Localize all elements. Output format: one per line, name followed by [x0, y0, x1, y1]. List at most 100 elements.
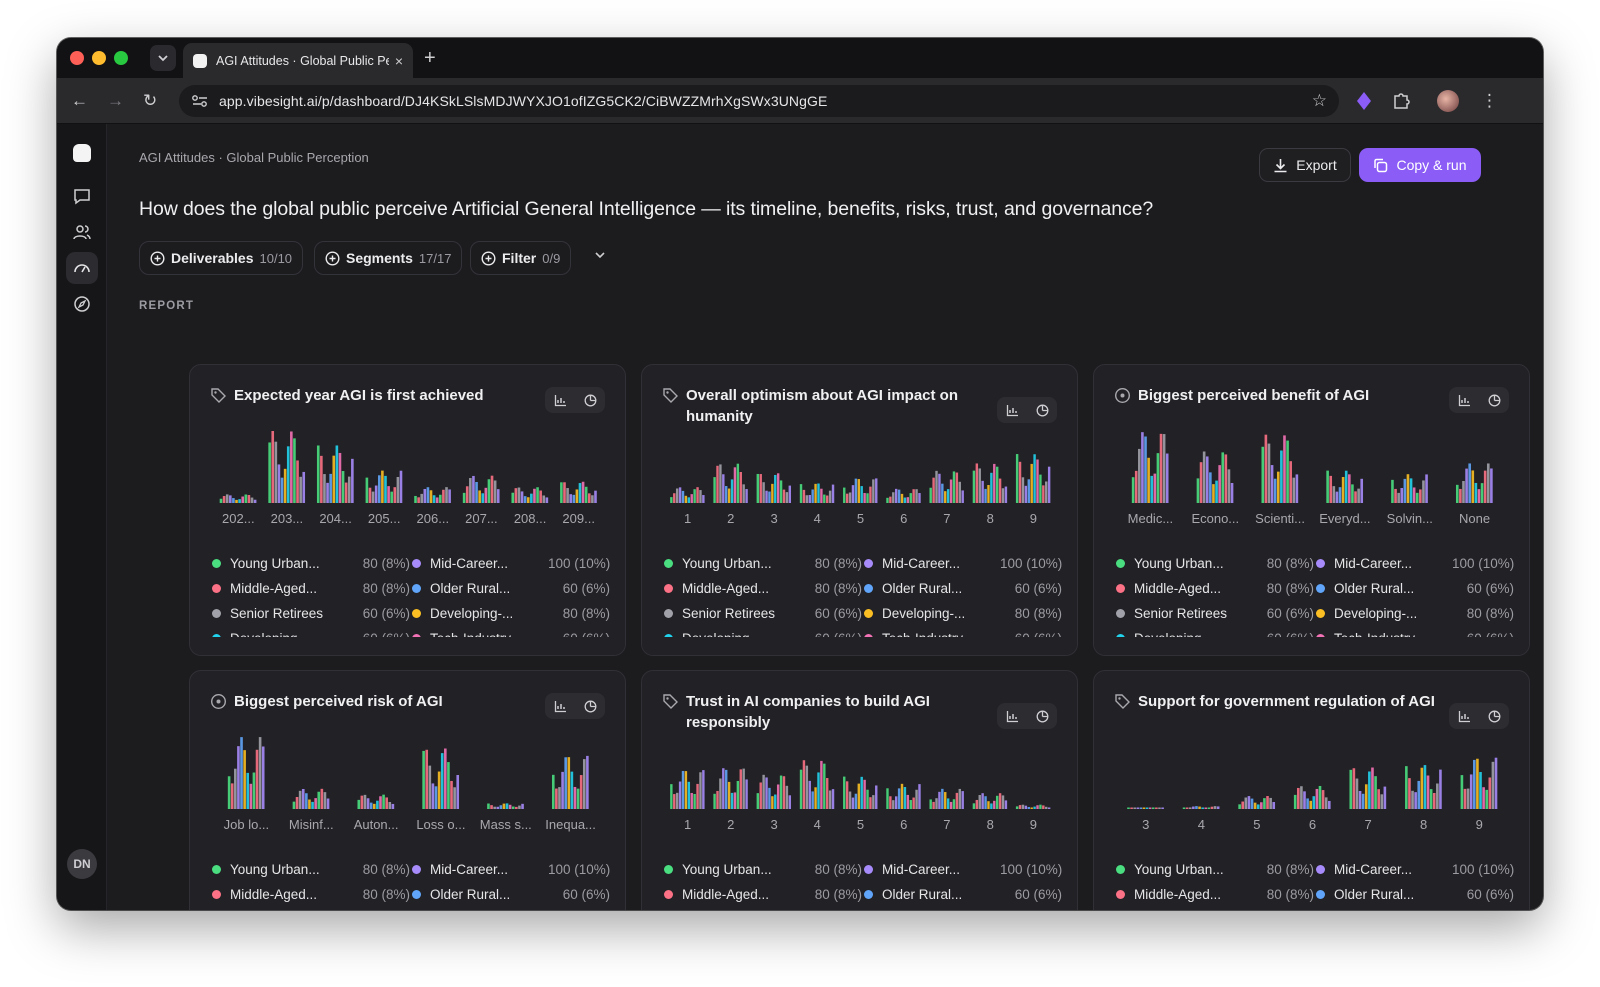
legend-item[interactable]: Mid-Career... 100 (10%) [412, 862, 612, 877]
expand-filters-chevron-icon[interactable] [593, 248, 607, 262]
bar[interactable] [521, 803, 524, 809]
bar[interactable] [382, 794, 385, 809]
bar[interactable] [326, 798, 330, 809]
bar[interactable] [391, 803, 395, 809]
bar[interactable] [1158, 807, 1161, 810]
bar[interactable] [1141, 432, 1144, 503]
pie-chart-icon[interactable] [1036, 404, 1049, 417]
bar[interactable] [1039, 804, 1042, 809]
bar[interactable] [771, 483, 774, 503]
bar[interactable] [429, 490, 433, 503]
bar[interactable] [765, 777, 768, 809]
bar[interactable] [670, 784, 673, 809]
bar[interactable] [586, 755, 589, 809]
bar[interactable] [814, 787, 817, 809]
bar[interactable] [374, 485, 378, 503]
bar[interactable] [305, 793, 308, 809]
bar[interactable] [900, 493, 904, 503]
bar[interactable] [733, 792, 737, 809]
legend-item[interactable]: Young Urban... 80 (8%) [664, 862, 864, 877]
bar[interactable] [912, 797, 915, 809]
bar[interactable] [1466, 788, 1470, 809]
bar[interactable] [805, 765, 809, 809]
bar[interactable] [573, 786, 577, 809]
bar[interactable] [428, 765, 432, 809]
legend-item[interactable]: Mid-Career... 100 (10%) [864, 556, 1064, 571]
legend-item[interactable]: Mid-Career... 100 (10%) [412, 556, 612, 571]
bar[interactable] [526, 497, 530, 503]
bar[interactable] [848, 791, 852, 809]
bar[interactable] [886, 788, 889, 809]
bar[interactable] [958, 481, 961, 503]
bar[interactable] [756, 473, 760, 503]
bar[interactable] [811, 489, 814, 503]
bar[interactable] [1130, 807, 1133, 810]
bar[interactable] [1469, 774, 1473, 809]
bar[interactable] [952, 799, 956, 809]
bar-chart-icon[interactable] [1458, 710, 1471, 723]
bar[interactable] [229, 495, 232, 503]
bar[interactable] [423, 488, 427, 503]
bar[interactable] [1156, 453, 1160, 503]
bar[interactable] [998, 793, 1002, 809]
bar[interactable] [684, 495, 688, 503]
bar[interactable] [1148, 807, 1152, 810]
bar[interactable] [292, 801, 296, 809]
bar[interactable] [277, 464, 281, 503]
bar[interactable] [326, 482, 329, 503]
bar[interactable] [1204, 807, 1208, 810]
bar[interactable] [918, 784, 921, 809]
bar[interactable] [1001, 488, 1005, 503]
bar[interactable] [808, 495, 811, 503]
bar[interactable] [1377, 789, 1380, 809]
bar[interactable] [371, 491, 375, 503]
bar[interactable] [1227, 469, 1231, 503]
bar[interactable] [396, 476, 400, 503]
bar[interactable] [935, 470, 938, 503]
bar[interactable] [496, 806, 500, 809]
bar[interactable] [696, 783, 699, 809]
bar[interactable] [462, 492, 466, 503]
bar[interactable] [1315, 788, 1319, 809]
bar[interactable] [1030, 463, 1033, 503]
bar[interactable] [1293, 794, 1297, 809]
bar[interactable] [900, 783, 904, 809]
bar[interactable] [929, 799, 932, 809]
bar[interactable] [802, 489, 806, 503]
bar[interactable] [670, 497, 673, 503]
bar-chart-icon[interactable] [1458, 394, 1471, 407]
bar[interactable] [678, 487, 682, 503]
bar[interactable] [1216, 806, 1220, 809]
bar[interactable] [1473, 759, 1476, 809]
bar[interactable] [230, 783, 234, 809]
bar[interactable] [261, 746, 265, 810]
bar[interactable] [993, 463, 996, 503]
bar[interactable] [1361, 793, 1365, 809]
bar[interactable] [1400, 488, 1404, 503]
dashboard-gauge-icon[interactable] [72, 258, 92, 278]
legend-item[interactable]: Middle-Aged... 80 (8%) [212, 887, 412, 902]
bar[interactable] [594, 490, 597, 503]
bar[interactable] [866, 789, 869, 809]
bar[interactable] [323, 792, 327, 809]
bar[interactable] [1042, 805, 1045, 809]
bar[interactable] [511, 806, 515, 809]
bar[interactable] [863, 779, 866, 809]
bar[interactable] [444, 748, 447, 809]
bar[interactable] [314, 798, 317, 809]
bar[interactable] [1136, 807, 1140, 810]
bar[interactable] [1238, 804, 1241, 809]
bar[interactable] [399, 470, 403, 503]
back-icon[interactable]: ← [71, 91, 88, 111]
bar[interactable] [1341, 476, 1345, 503]
legend-item[interactable]: Older Rural... 60 (6%) [864, 887, 1064, 902]
bar[interactable] [442, 489, 445, 503]
bar[interactable] [1182, 807, 1186, 810]
bookmark-star-icon[interactable]: ☆ [1312, 91, 1327, 111]
bar[interactable] [505, 803, 509, 809]
bar[interactable] [768, 491, 771, 503]
bar[interactable] [1264, 434, 1268, 503]
bar[interactable] [1244, 797, 1248, 809]
bar[interactable] [1209, 472, 1212, 503]
bar[interactable] [915, 489, 918, 503]
